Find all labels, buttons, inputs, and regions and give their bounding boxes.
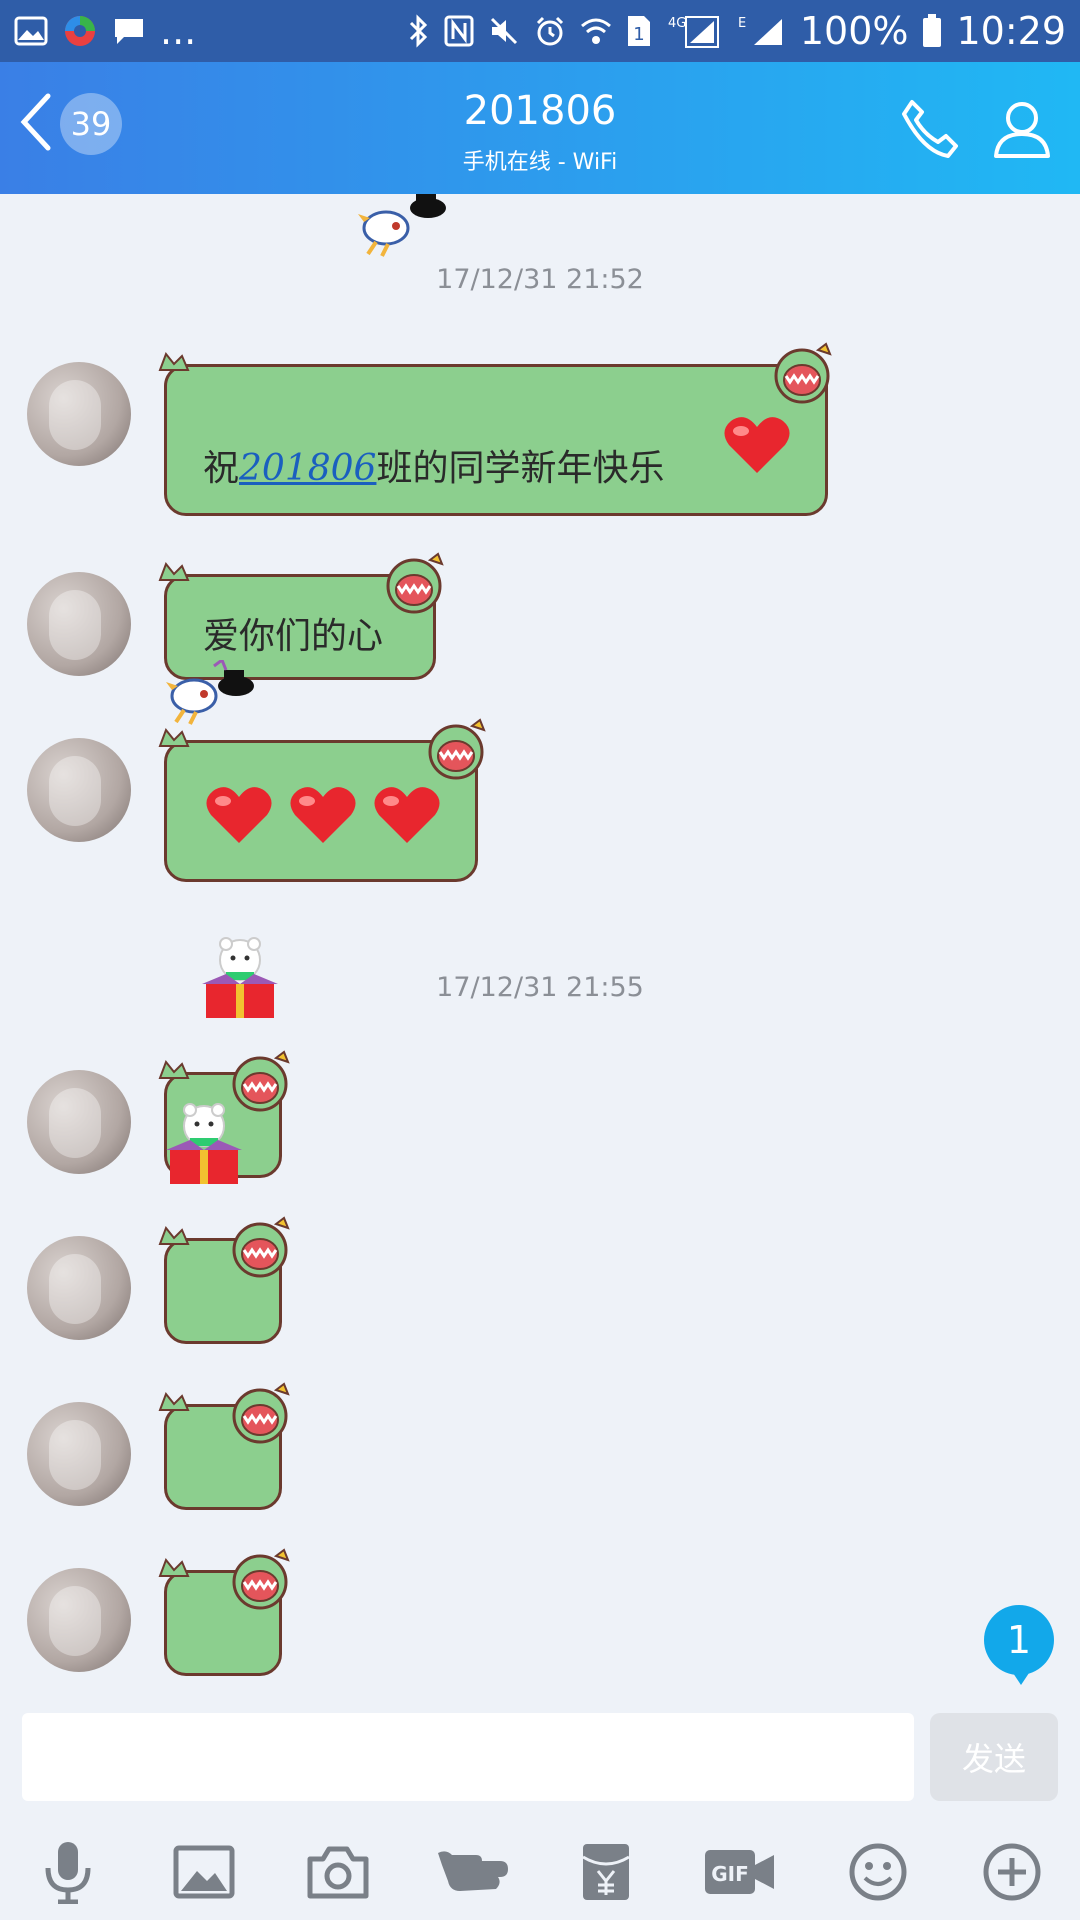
nfc-icon bbox=[444, 11, 474, 51]
message-text-part: 班的同学新年快乐 bbox=[376, 448, 665, 489]
bubble-tail bbox=[158, 728, 190, 747]
phone-icon bbox=[902, 100, 958, 158]
bubble-tail bbox=[158, 1558, 190, 1577]
heart-emoji bbox=[287, 783, 359, 851]
new-message-badge[interactable]: 1 bbox=[984, 1605, 1054, 1685]
app-icon bbox=[62, 11, 98, 51]
send-button[interactable]: 发送 bbox=[930, 1713, 1058, 1801]
svg-text:GIF: GIF bbox=[711, 1862, 749, 1886]
input-toolbar: GIF bbox=[0, 1832, 1080, 1912]
message-bubble[interactable]: 祝201806班的同学新年快乐 bbox=[164, 364, 828, 516]
battery-percent: 100% bbox=[799, 9, 909, 53]
bubble-tail bbox=[158, 1226, 190, 1245]
mute-icon bbox=[488, 11, 520, 51]
chat-icon bbox=[112, 11, 146, 51]
gif-icon[interactable]: GIF bbox=[700, 1832, 780, 1912]
monster-icon bbox=[232, 1548, 290, 1610]
camera-icon[interactable] bbox=[298, 1832, 378, 1912]
red-packet-icon[interactable] bbox=[566, 1832, 646, 1912]
signal-e-icon: E bbox=[736, 11, 786, 51]
group-link[interactable]: 201806 bbox=[239, 448, 376, 489]
image-icon[interactable] bbox=[164, 1832, 244, 1912]
clock: 10:29 bbox=[956, 9, 1066, 53]
message-text: 祝201806班的同学新年快乐 bbox=[203, 439, 664, 491]
user-icon bbox=[994, 102, 1050, 158]
avatar[interactable] bbox=[27, 1236, 131, 1340]
chat-header: 39 201806 手机在线 - WiFi bbox=[0, 62, 1080, 194]
battery-icon bbox=[922, 11, 942, 51]
avatar[interactable] bbox=[27, 362, 131, 466]
monster-icon bbox=[774, 342, 832, 404]
heart-emoji bbox=[371, 783, 443, 851]
svg-text:E: E bbox=[738, 16, 746, 31]
message-text: 爱你们的心 bbox=[203, 616, 384, 657]
bubble-tail bbox=[158, 352, 190, 371]
avatar[interactable] bbox=[27, 572, 131, 676]
magician-duck-sticker bbox=[164, 657, 260, 730]
notification-more: ... bbox=[160, 9, 197, 53]
wifi-icon bbox=[580, 11, 612, 51]
heart-emoji bbox=[721, 413, 793, 481]
profile-button[interactable] bbox=[986, 92, 1058, 164]
avatar[interactable] bbox=[27, 1568, 131, 1672]
timestamp: 17/12/31 21:55 bbox=[436, 972, 644, 1003]
status-bar: ... 1 4G E 100% 10:29 bbox=[0, 0, 1080, 62]
magician-duck-sticker bbox=[356, 192, 452, 262]
microphone-icon[interactable] bbox=[28, 1832, 108, 1912]
bluetooth-icon bbox=[408, 11, 430, 51]
sim-icon: 1 bbox=[626, 11, 652, 51]
phone-button[interactable] bbox=[894, 92, 966, 164]
svg-text:4G: 4G bbox=[668, 16, 686, 31]
avatar[interactable] bbox=[27, 1402, 131, 1506]
bubble-tail bbox=[158, 1060, 190, 1079]
emoji-icon[interactable] bbox=[838, 1832, 918, 1912]
bubble-tail bbox=[158, 1392, 190, 1411]
message-input[interactable] bbox=[22, 1713, 914, 1801]
timestamp: 17/12/31 21:52 bbox=[436, 264, 644, 295]
plus-icon[interactable] bbox=[972, 1832, 1052, 1912]
avatar[interactable] bbox=[27, 738, 131, 842]
monster-icon bbox=[232, 1216, 290, 1278]
signal-4g-icon: 4G bbox=[666, 11, 722, 51]
avatar[interactable] bbox=[27, 1070, 131, 1174]
message-text-part: 祝 bbox=[203, 448, 240, 489]
heart-emoji bbox=[203, 783, 275, 851]
alarm-icon bbox=[534, 11, 566, 51]
svg-text:1: 1 bbox=[633, 24, 644, 45]
monster-icon bbox=[428, 718, 486, 780]
monster-icon bbox=[386, 552, 444, 614]
bubble-tail bbox=[158, 562, 190, 581]
gallery-icon bbox=[14, 11, 48, 51]
gift-bear-sticker bbox=[160, 1100, 248, 1192]
monster-icon bbox=[232, 1382, 290, 1444]
poke-icon[interactable] bbox=[434, 1832, 514, 1912]
